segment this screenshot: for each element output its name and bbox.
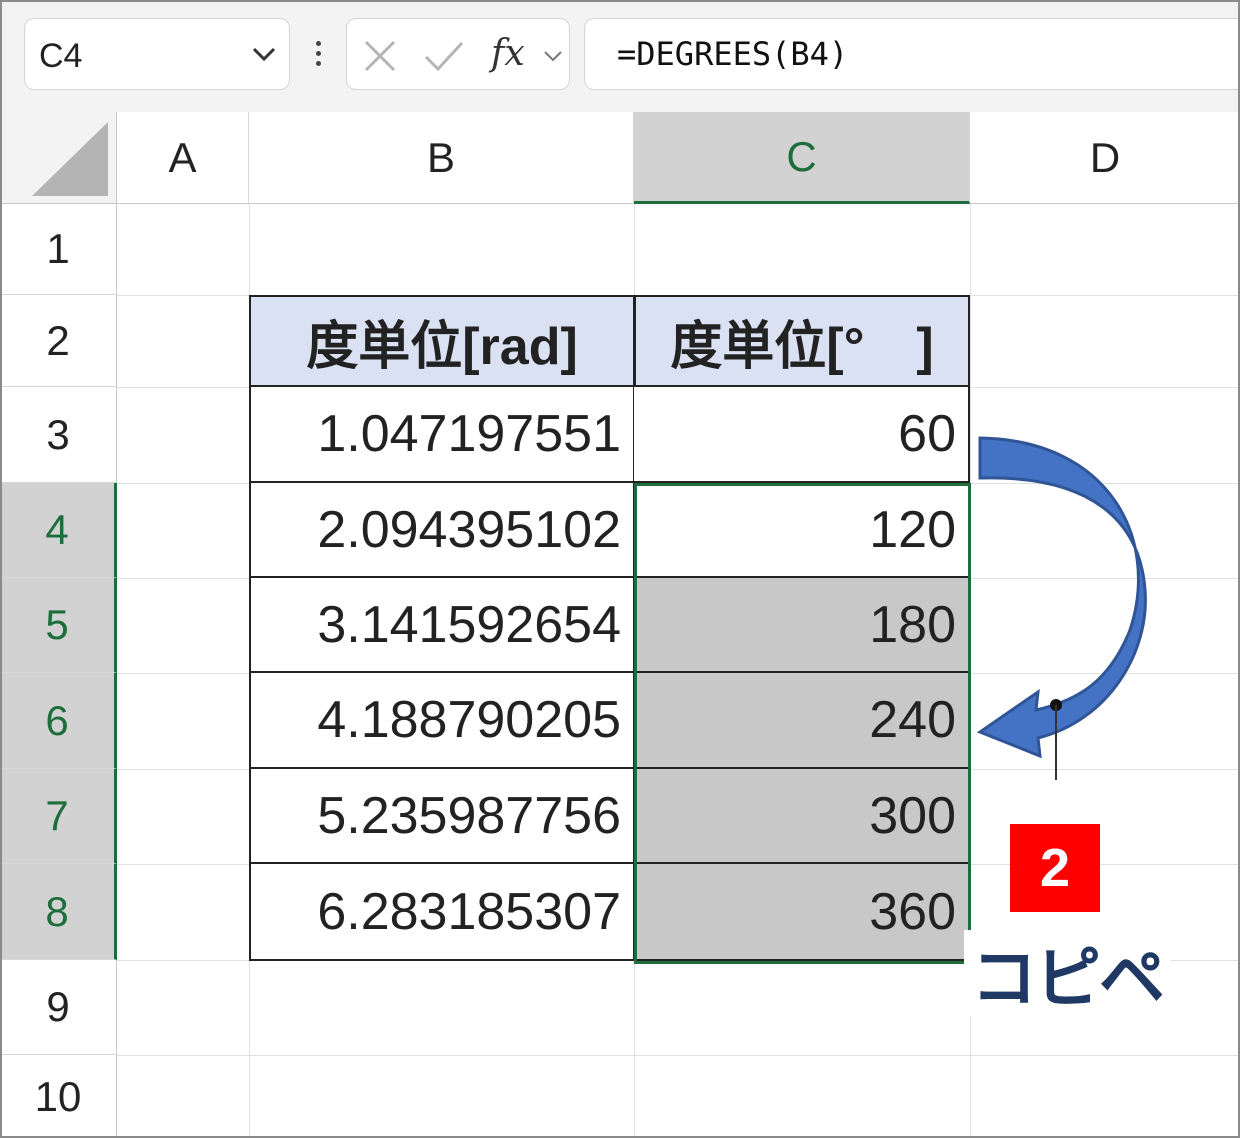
grid-line bbox=[117, 1055, 1240, 1056]
row-header-9[interactable]: 9 bbox=[0, 960, 117, 1055]
row-header-5[interactable]: 5 bbox=[0, 578, 117, 673]
column-header-b[interactable]: B bbox=[249, 112, 634, 204]
formula-controls: fx bbox=[346, 18, 570, 90]
function-icon[interactable]: fx bbox=[491, 33, 525, 74]
name-box-value: C4 bbox=[39, 37, 83, 75]
cell-b4[interactable]: 2.094395102 bbox=[249, 483, 635, 578]
table-header-degrees[interactable]: 度単位[° ] bbox=[634, 295, 970, 387]
row-header-10[interactable]: 10 bbox=[0, 1055, 117, 1138]
name-box[interactable]: C4 bbox=[24, 18, 290, 90]
chevron-down-icon[interactable] bbox=[251, 45, 277, 68]
column-header-c[interactable]: C bbox=[634, 112, 970, 204]
selection-range bbox=[634, 483, 971, 964]
cancel-icon[interactable] bbox=[363, 39, 397, 78]
more-icon[interactable] bbox=[312, 38, 324, 74]
row-header-7[interactable]: 7 bbox=[0, 769, 117, 864]
table-header-radians[interactable]: 度単位[rad] bbox=[249, 295, 635, 387]
step-number-badge: 2 bbox=[1010, 824, 1100, 912]
column-header-a[interactable]: A bbox=[117, 112, 249, 204]
chevron-down-icon[interactable] bbox=[543, 49, 563, 68]
enter-icon[interactable] bbox=[423, 39, 465, 78]
cell-b8[interactable]: 6.283185307 bbox=[249, 864, 635, 961]
row-header-4[interactable]: 4 bbox=[0, 483, 117, 578]
curved-down-arrow-icon bbox=[976, 436, 1147, 780]
row-header-3[interactable]: 3 bbox=[0, 387, 117, 483]
cell-c3[interactable]: 60 bbox=[634, 387, 970, 483]
column-header-d[interactable]: D bbox=[970, 112, 1240, 204]
formula-input[interactable]: =DEGREES(B4) bbox=[584, 18, 1240, 90]
row-header-2[interactable]: 2 bbox=[0, 295, 117, 387]
formula-text: =DEGREES(B4) bbox=[617, 35, 849, 73]
row-header-6[interactable]: 6 bbox=[0, 673, 117, 769]
row-header-1[interactable]: 1 bbox=[0, 204, 117, 295]
cell-b6[interactable]: 4.188790205 bbox=[249, 673, 635, 769]
cell-b7[interactable]: 5.235987756 bbox=[249, 769, 635, 864]
select-all-button[interactable] bbox=[0, 112, 117, 204]
copy-paste-label: コピペ bbox=[964, 930, 1170, 1016]
cell-b3[interactable]: 1.047197551 bbox=[249, 387, 635, 483]
row-header-8[interactable]: 8 bbox=[0, 864, 117, 960]
cell-b5[interactable]: 3.141592654 bbox=[249, 578, 635, 673]
